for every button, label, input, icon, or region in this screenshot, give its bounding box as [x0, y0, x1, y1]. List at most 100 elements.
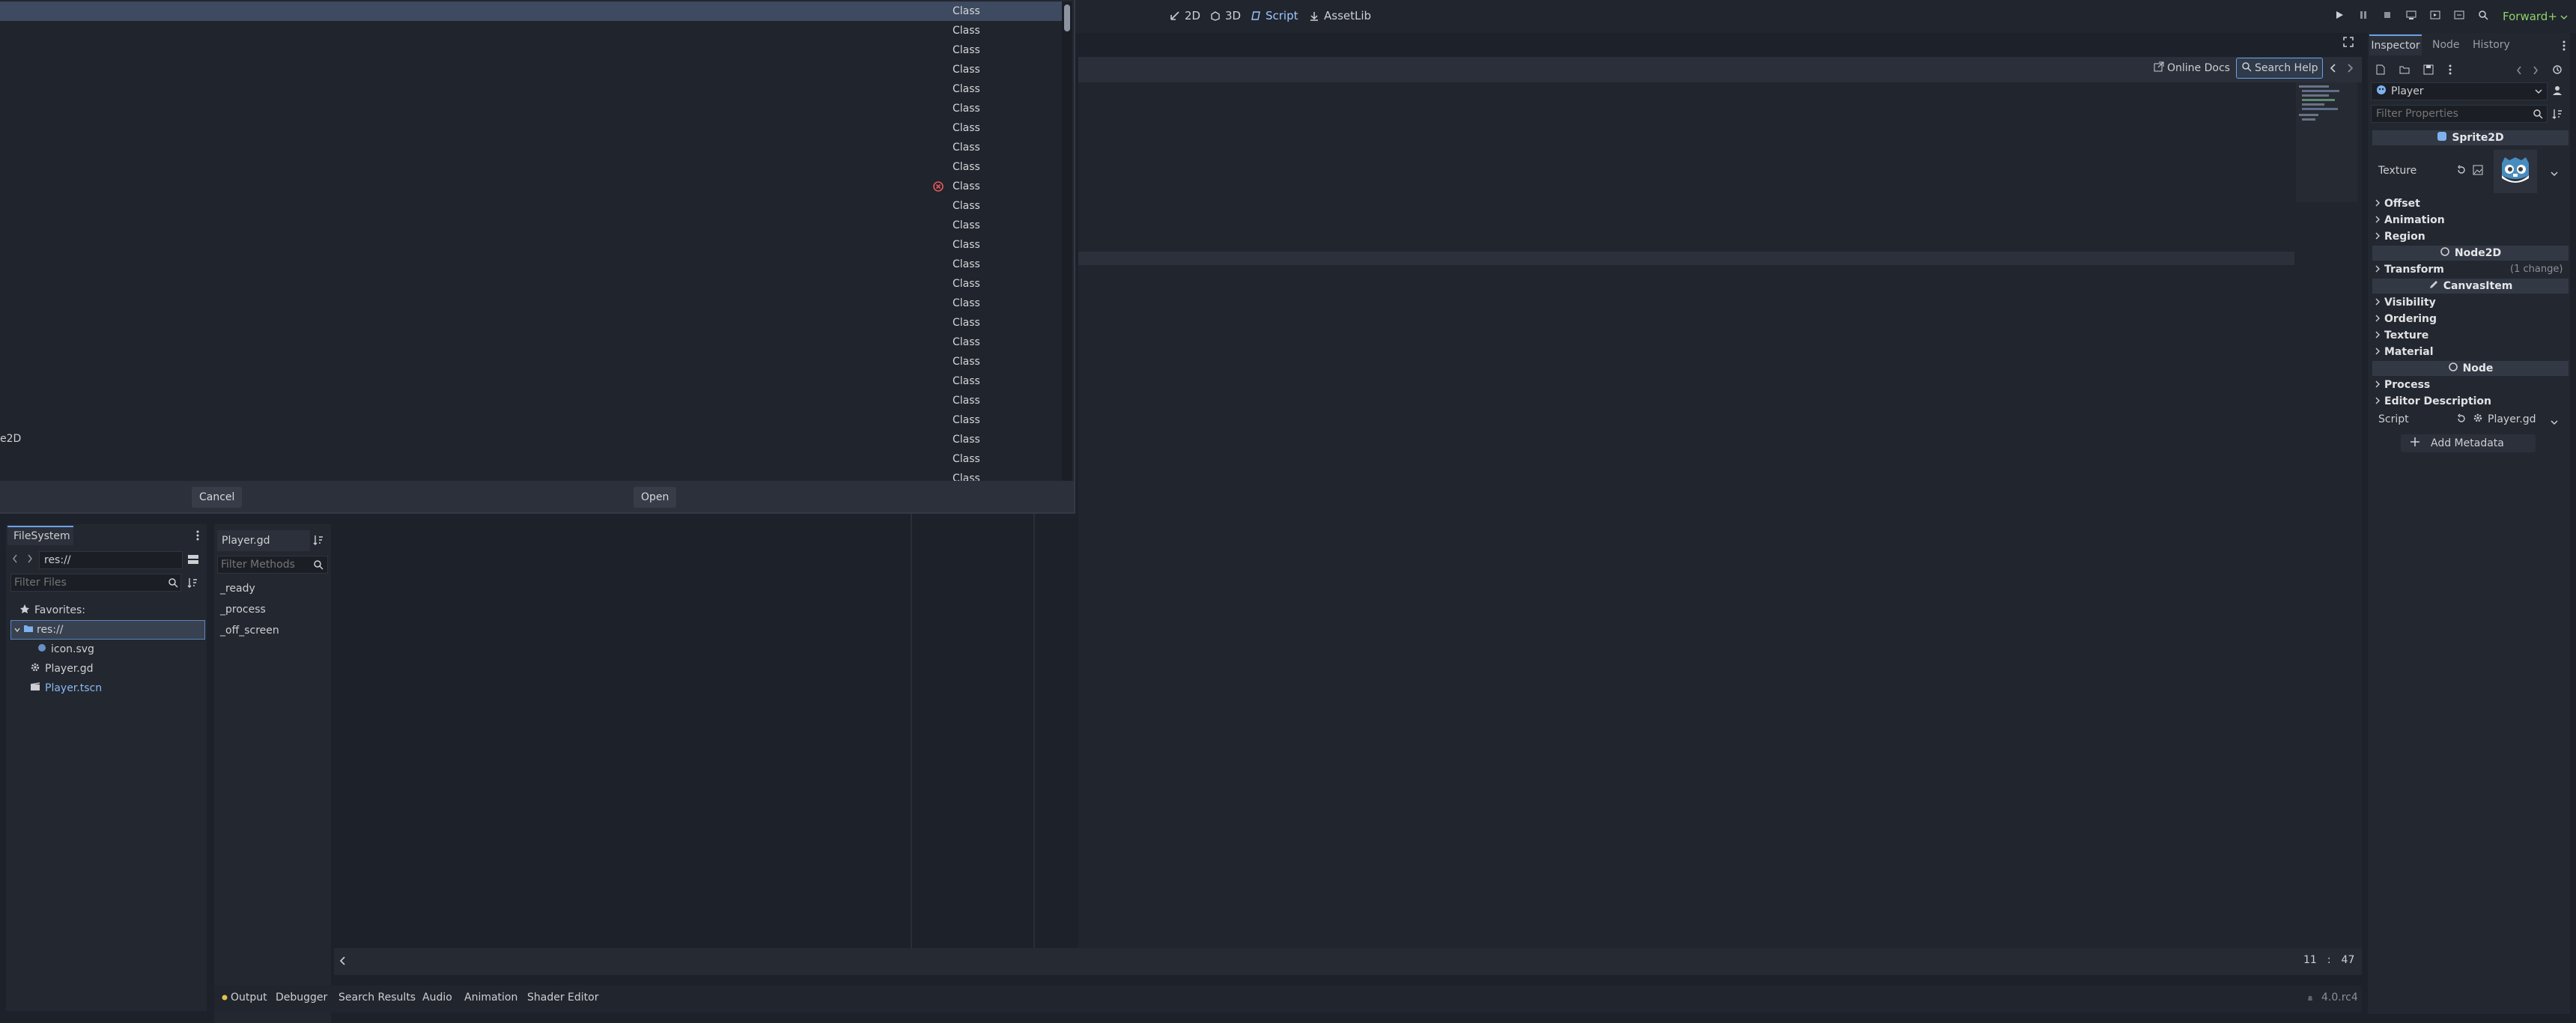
tab-filesystem[interactable]: FileSystem	[7, 526, 73, 545]
tab-history[interactable]: History	[2473, 39, 2510, 51]
group-region[interactable]: Region	[2375, 231, 2425, 243]
minimap[interactable]	[2296, 82, 2357, 202]
cancel-button[interactable]: Cancel	[192, 487, 243, 508]
inspector-options-button[interactable]	[2449, 64, 2452, 78]
script-options-button[interactable]	[2551, 416, 2558, 428]
add-metadata-button[interactable]: Add Metadata	[2401, 434, 2536, 452]
fs-path-input[interactable]: res://	[39, 551, 183, 569]
code-editor[interactable]	[1078, 82, 2362, 948]
workspace-tab-2d[interactable]: 2D	[1170, 9, 1200, 22]
history-forward-button[interactable]	[2347, 63, 2354, 76]
revert-button[interactable]	[2456, 413, 2467, 427]
save-resource-button[interactable]	[2423, 64, 2434, 78]
object-history-button[interactable]	[2552, 64, 2563, 78]
dialog-list-item[interactable]: Class	[0, 1, 1062, 21]
file-row[interactable]: icon.svg	[10, 640, 205, 659]
group-visibility[interactable]: Visibility	[2375, 297, 2436, 309]
dialog-list-item[interactable]: Class	[0, 391, 1062, 410]
dialog-list-item[interactable]: Class	[0, 79, 1062, 99]
dialog-list-item[interactable]: Class	[0, 333, 1062, 352]
node-settings-button[interactable]	[2552, 85, 2563, 99]
play-button[interactable]	[2330, 9, 2348, 24]
group-animation[interactable]: Animation	[2375, 214, 2445, 226]
fs-back-button[interactable]	[12, 554, 18, 566]
play-scene-button[interactable]	[2426, 9, 2444, 24]
workspace-tab-script[interactable]: Script	[1251, 9, 1298, 22]
tab-debugger[interactable]: Debugger	[276, 992, 327, 1004]
pause-button[interactable]	[2354, 9, 2372, 24]
inspector-back-button[interactable]	[2516, 66, 2522, 78]
tab-output[interactable]: Output	[222, 992, 267, 1004]
tab-shader-editor[interactable]: Shader Editor	[527, 992, 598, 1004]
dialog-list-item[interactable]: Class	[0, 177, 1062, 196]
distraction-free-button[interactable]	[2342, 36, 2354, 51]
filter-properties-input[interactable]	[2371, 105, 2548, 123]
dialog-list-item[interactable]: Class	[0, 138, 1062, 157]
play-custom-scene-button[interactable]	[2450, 9, 2468, 24]
dialog-list-item[interactable]: Class	[0, 294, 1062, 313]
renderer-select[interactable]: Forward+	[2503, 10, 2568, 23]
workspace-tab-assetlib[interactable]: AssetLib	[1309, 9, 1371, 22]
sort-scripts-button[interactable]	[313, 535, 323, 548]
sort-properties-button[interactable]	[2552, 109, 2563, 122]
online-docs-button[interactable]: Online Docs	[2154, 61, 2230, 75]
dialog-list-item[interactable]: Class	[0, 410, 1062, 430]
dialog-list-item[interactable]: Class	[0, 40, 1062, 60]
fs-forward-button[interactable]	[27, 554, 33, 566]
group-ordering[interactable]: Ordering	[2375, 313, 2437, 325]
dialog-list-item[interactable]: Class	[0, 449, 1062, 469]
group-material[interactable]: Material	[2375, 346, 2434, 358]
dock-menu-button[interactable]	[196, 530, 199, 544]
dialog-list-item[interactable]: Class	[0, 21, 1062, 40]
script-resource-picker[interactable]: Player.gd	[2473, 413, 2536, 426]
search-help-button[interactable]: Search Help	[2236, 58, 2324, 79]
filter-methods-input[interactable]	[217, 556, 328, 574]
dialog-list-item[interactable]: Class	[0, 469, 1062, 481]
dialog-list-item[interactable]: Class	[0, 235, 1062, 255]
dialog-list-item[interactable]: Class	[0, 255, 1062, 274]
method-item[interactable]: _process	[220, 604, 266, 616]
tab-node[interactable]: Node	[2432, 39, 2460, 51]
revert-button[interactable]	[2456, 165, 2467, 178]
stop-button[interactable]	[2378, 9, 2396, 24]
sort-files-button[interactable]	[187, 577, 198, 591]
inspector-forward-button[interactable]	[2533, 66, 2539, 78]
dialog-list-item[interactable]: Class	[0, 352, 1062, 371]
dialog-list-item[interactable]: Class	[0, 430, 1062, 449]
method-item[interactable]: _ready	[220, 583, 255, 595]
method-item[interactable]: _off_screen	[220, 625, 279, 637]
filter-files-input[interactable]	[10, 574, 181, 592]
notifications-icon[interactable]	[2306, 993, 2314, 1005]
dialog-scrollbar[interactable]	[1062, 1, 1072, 481]
dock-menu-button[interactable]	[2563, 40, 2566, 54]
dialog-list-item[interactable]: Class	[0, 99, 1062, 118]
tab-animation[interactable]: Animation	[464, 992, 517, 1004]
workspace-tab-3d[interactable]: 3D	[1210, 9, 1241, 22]
dialog-list-item[interactable]: Class	[0, 60, 1062, 79]
dialog-scrollbar-thumb[interactable]	[1064, 4, 1070, 31]
texture-options-button[interactable]	[2551, 168, 2558, 180]
dialog-list-item[interactable]: Class	[0, 157, 1062, 177]
new-resource-button[interactable]	[2375, 64, 2386, 78]
file-row[interactable]: Player.tscn	[10, 679, 205, 698]
tab-search-results[interactable]: Search Results	[338, 992, 416, 1004]
dialog-item-list[interactable]: Class Class Class Class Class Class Class Class…	[0, 1, 1062, 481]
group-transform[interactable]: Transform	[2375, 264, 2444, 276]
movie-maker-button[interactable]	[2474, 9, 2492, 24]
object-selector[interactable]: Player	[2371, 82, 2548, 100]
dialog-list-item[interactable]: Class	[0, 371, 1062, 391]
file-row[interactable]: Player.gd	[10, 659, 205, 679]
tree-row-res[interactable]: res://	[10, 620, 205, 640]
dialog-list-item[interactable]: Class	[0, 118, 1062, 138]
dialog-list-item[interactable]: Class	[0, 216, 1062, 235]
tab-inspector[interactable]: Inspector	[2369, 34, 2422, 55]
toggle-scripts-panel-button[interactable]	[338, 956, 346, 969]
texture-file-button[interactable]	[2473, 165, 2483, 178]
open-button[interactable]: Open	[634, 487, 677, 508]
group-editor-description[interactable]: Editor Description	[2375, 395, 2491, 407]
favorites-row[interactable]: Favorites:	[10, 601, 205, 620]
group-process[interactable]: Process	[2375, 379, 2430, 391]
history-back-button[interactable]	[2329, 63, 2336, 76]
load-resource-button[interactable]	[2399, 64, 2410, 78]
group-texture[interactable]: Texture	[2375, 330, 2428, 341]
